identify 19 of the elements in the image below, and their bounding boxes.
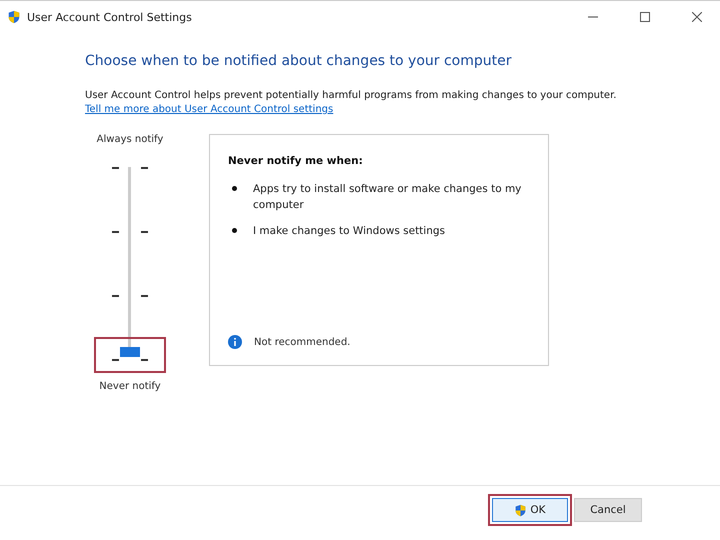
cancel-button[interactable]: Cancel [574,498,642,522]
page-heading: Choose when to be notified about changes to your computer [85,53,513,69]
description-text: User Account Control helps prevent potentially harmful programs from making changes to your computer. [85,90,618,101]
slider-bottom-label: Never notify [99,381,161,392]
bullet-text: Apps try to install software or make changes to my computer [253,182,522,213]
bullet-icon [232,228,237,233]
shield-icon [7,10,21,24]
info-icon [228,335,242,349]
maximize-icon [640,12,650,22]
shield-icon [514,504,528,516]
bullet-text: I make changes to Windows settings [253,224,446,239]
help-link[interactable]: Tell me more about User Account Control settings [85,104,334,115]
slider-thumb[interactable] [120,347,140,357]
note-text: Not recommended. [254,336,350,348]
panel-title: Never notify me when: [228,155,364,167]
close-icon [692,12,702,22]
slider-top-label: Always notify [96,134,164,145]
window-title: User Account Control Settings [27,10,193,24]
bullet-icon [232,186,237,191]
